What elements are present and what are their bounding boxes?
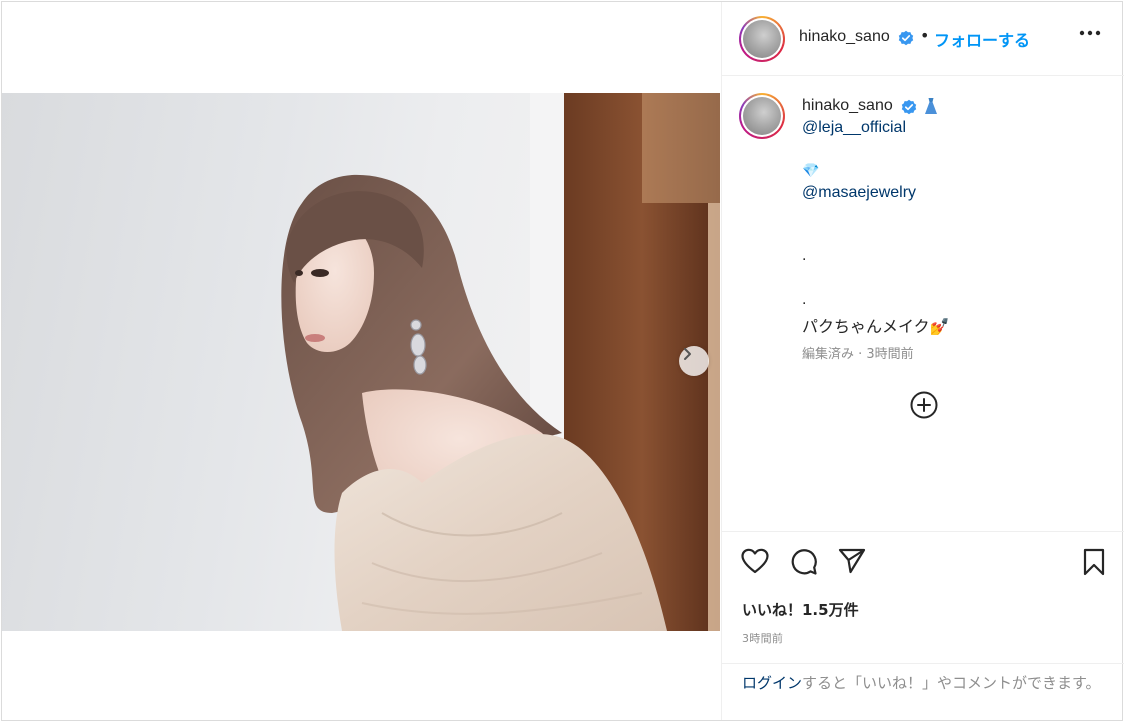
caption-dot-1: . (802, 247, 807, 264)
add-circle-icon[interactable] (909, 390, 939, 420)
post-sidebar: hinako_sano • フォローする hinako_sano @leja__… (721, 2, 1124, 720)
caption-dot-2: . (802, 291, 807, 308)
caption-username[interactable]: hinako_sano (802, 97, 893, 115)
author-avatar[interactable] (739, 16, 785, 62)
next-photo-button[interactable] (679, 346, 709, 376)
post-header: hinako_sano • フォローする (722, 2, 1124, 76)
login-prompt-text: ログインすると「いいね！」やコメントができます。 (742, 672, 1112, 694)
caption-meta: 編集済み · 3時間前 (802, 347, 914, 362)
action-bar: いいね！1.5万件 3時間前 (722, 531, 1124, 667)
post-container: hinako_sano • フォローする hinako_sano @leja__… (1, 1, 1124, 721)
post-timestamp[interactable]: 3時間前 (742, 630, 783, 646)
caption-text: パクちゃんメイク💅 (802, 317, 948, 336)
bookmark-icon[interactable] (1082, 548, 1106, 576)
caption-mention-masae[interactable]: @masaejewelry (802, 184, 916, 202)
login-prompt-rest: すると「いいね！」やコメントができます。 (802, 674, 1101, 692)
follow-button[interactable]: フォローする (934, 27, 1030, 51)
post-photo[interactable] (2, 93, 720, 631)
like-count[interactable]: いいね！1.5万件 (742, 599, 859, 620)
verified-badge-icon (901, 99, 917, 115)
login-link[interactable]: ログイン (742, 674, 802, 692)
more-options-icon[interactable] (1079, 30, 1101, 36)
author-username[interactable]: hinako_sano (799, 28, 890, 46)
photo-illustration (281, 93, 720, 631)
caption-mention-leja[interactable]: @leja__official (802, 119, 906, 137)
chevron-right-icon (684, 348, 691, 360)
share-icon[interactable] (838, 548, 866, 574)
comment-icon[interactable] (790, 548, 818, 576)
login-prompt: ログインすると「いいね！」やコメントができます。 (722, 663, 1124, 720)
verified-badge-icon (898, 30, 914, 46)
post-media (2, 2, 720, 720)
header-separator: • (920, 26, 930, 45)
heart-icon[interactable] (741, 548, 769, 574)
caption-gem-emoji: 💎 (802, 162, 820, 178)
caption-avatar[interactable] (739, 93, 785, 139)
dress-emoji (925, 98, 937, 114)
